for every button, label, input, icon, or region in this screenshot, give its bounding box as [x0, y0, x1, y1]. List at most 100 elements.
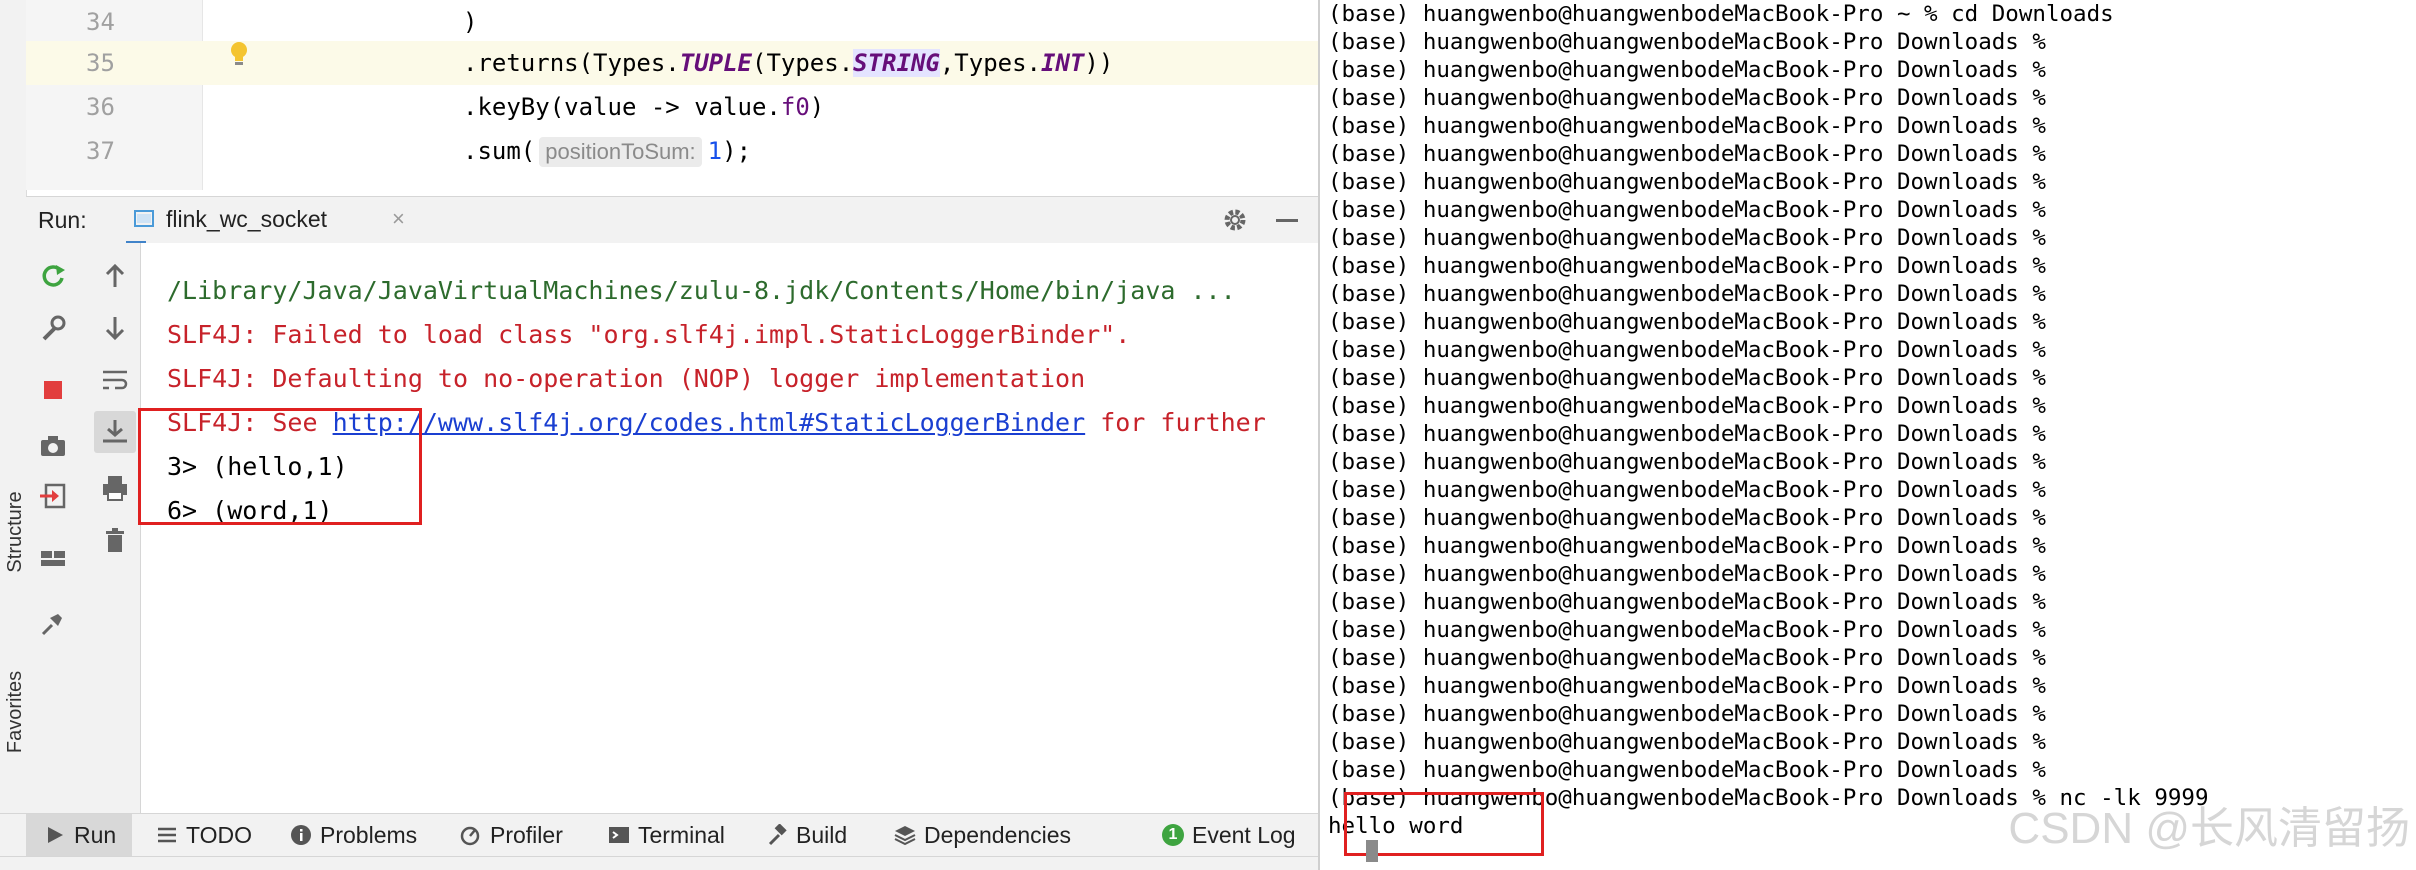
stop-icon[interactable]: [38, 375, 68, 405]
line-number: 35: [86, 49, 115, 77]
bottom-tab-label: Build: [796, 822, 848, 848]
line-number: 37: [86, 137, 115, 165]
layout-icon[interactable]: [38, 543, 68, 573]
run-panel-header: Run: flink_wc_socket ×: [26, 196, 1318, 245]
arrow-up-icon[interactable]: [100, 261, 130, 291]
print-icon[interactable]: [100, 473, 130, 503]
wrench-icon[interactable]: [38, 313, 68, 343]
event-log-icon: 1: [1162, 823, 1184, 846]
terminal-line: (base) huangwenbo@huangwenbodeMacBook-Pr…: [1328, 169, 2046, 195]
terminal-line: (base) huangwenbo@huangwenbodeMacBook-Pr…: [1328, 729, 2046, 755]
status-bar: [0, 856, 1318, 870]
bottom-tab-label: Event Log: [1192, 822, 1296, 848]
pin-icon[interactable]: [38, 608, 68, 638]
terminal-line: (base) huangwenbo@huangwenbodeMacBook-Pr…: [1328, 589, 2046, 615]
trash-icon[interactable]: [100, 525, 130, 555]
terminal-line: (base) huangwenbo@huangwenbodeMacBook-Pr…: [1328, 701, 2046, 727]
code-token: )): [1084, 49, 1114, 77]
code-editor[interactable]: 34 ) 35 .returns(Types.TUPLE(Types.STRIN…: [26, 0, 1318, 190]
console-line: SLF4J: Defaulting to no-operation (NOP) …: [167, 364, 1086, 393]
soft-wrap-icon[interactable]: [100, 365, 130, 395]
bottom-tab-terminal[interactable]: Terminal: [608, 814, 725, 856]
run-panel-title: Run:: [38, 207, 87, 233]
terminal-line: (base) huangwenbo@huangwenbodeMacBook-Pr…: [1328, 113, 2046, 139]
terminal-line: (base) huangwenbo@huangwenbodeMacBook-Pr…: [1328, 505, 2046, 531]
terminal-line: (base) huangwenbo@huangwenbodeMacBook-Pr…: [1328, 617, 2046, 643]
camera-icon[interactable]: [38, 431, 68, 461]
code-token: .returns(Types.: [463, 49, 680, 77]
terminal-line: (base) huangwenbo@huangwenbodeMacBook-Pr…: [1328, 421, 2046, 447]
hammer-icon: [768, 823, 787, 845]
code-token: TUPLE: [679, 49, 752, 77]
run-console[interactable]: /Library/Java/JavaVirtualMachines/zulu-8…: [141, 243, 1318, 813]
terminal-cursor: [1366, 840, 1378, 862]
code-token: .keyBy(value -> value.: [463, 93, 781, 121]
console-line: /Library/Java/JavaVirtualMachines/zulu-8…: [167, 276, 1236, 305]
code-line: 34 ): [26, 0, 1318, 44]
bottom-tab-dependencies[interactable]: Dependencies: [894, 814, 1071, 856]
terminal-line: (base) huangwenbo@huangwenbodeMacBook-Pr…: [1328, 561, 2046, 587]
java-app-icon: [134, 210, 154, 227]
bottom-tab-label: Terminal: [638, 822, 725, 848]
console-link[interactable]: http://www.slf4j.org/codes.html#StaticLo…: [333, 408, 1086, 437]
code-text: .returns(Types.TUPLE(Types.STRING,Types.…: [463, 41, 1113, 85]
bottom-tab-run[interactable]: Run: [26, 814, 133, 856]
bottom-tab-profiler[interactable]: Profiler: [460, 814, 563, 856]
code-token: );: [722, 137, 752, 165]
terminal-line: (base) huangwenbo@huangwenbodeMacBook-Pr…: [1328, 393, 2046, 419]
code-token: (Types.: [752, 49, 854, 77]
structure-tab[interactable]: Structure: [3, 477, 27, 587]
terminal-line: (base) huangwenbo@huangwenbodeMacBook-Pr…: [1328, 673, 2046, 699]
terminal-line: (base) huangwenbo@huangwenbodeMacBook-Pr…: [1328, 337, 2046, 363]
terminal-line: (base) huangwenbo@huangwenbodeMacBook-Pr…: [1328, 309, 2046, 335]
code-line: 37 .sum(positionToSum: 1);: [26, 129, 1318, 173]
code-token: 1: [707, 137, 723, 165]
highlight-box: [138, 408, 422, 525]
bottom-tab-label: Run: [74, 822, 117, 848]
scroll-to-end-icon[interactable]: [100, 417, 130, 447]
profiler-icon: [460, 826, 480, 846]
code-line-active: 35 .returns(Types.TUPLE(Types.STRING,Typ…: [26, 41, 1318, 85]
terminal-line: (base) huangwenbo@huangwenbodeMacBook-Pr…: [1328, 57, 2046, 83]
terminal-window[interactable]: (base) huangwenbo@huangwenbodeMacBook-Pr…: [1318, 0, 2416, 870]
terminal-icon: [609, 826, 629, 843]
code-text: .keyBy(value -> value.f0): [463, 85, 824, 129]
minimize-icon[interactable]: [1276, 219, 1298, 222]
bottom-tab-build[interactable]: Build: [766, 814, 847, 856]
run-toolbar-secondary: [90, 243, 141, 813]
bottom-tab-event-log[interactable]: 1 Event Log: [1162, 814, 1296, 856]
layers-icon: [894, 825, 916, 846]
terminal-line: (base) huangwenbo@huangwenbodeMacBook-Pr…: [1328, 757, 2046, 783]
rerun-icon[interactable]: [38, 261, 68, 291]
bottom-tab-problems[interactable]: Problems: [290, 814, 417, 856]
terminal-line: (base) huangwenbo@huangwenbodeMacBook-Pr…: [1328, 645, 2046, 671]
close-icon[interactable]: ×: [392, 197, 405, 241]
bottom-tab-todo[interactable]: TODO: [156, 814, 252, 856]
info-icon: [291, 824, 311, 845]
terminal-line: (base) huangwenbo@huangwenbodeMacBook-Pr…: [1328, 365, 2046, 391]
code-token: INT: [1041, 49, 1085, 77]
terminal-line: (base) huangwenbo@huangwenbodeMacBook-Pr…: [1328, 225, 2046, 251]
arrow-down-icon[interactable]: [100, 313, 130, 343]
terminal-line: (base) huangwenbo@huangwenbodeMacBook-Pr…: [1328, 141, 2046, 167]
console-text: for further: [1085, 408, 1266, 437]
terminal-line: (base) huangwenbo@huangwenbodeMacBook-Pr…: [1328, 449, 2046, 475]
code-line: 36 .keyBy(value -> value.f0): [26, 85, 1318, 129]
import-icon[interactable]: [38, 481, 68, 511]
bottom-tool-bar: Run TODO Problems Profiler Terminal Buil…: [0, 813, 1318, 856]
watermark: CSDN @长风清留扬: [2008, 804, 2410, 853]
favorites-tab[interactable]: Favorites: [3, 657, 27, 767]
terminal-line: (base) huangwenbo@huangwenbodeMacBook-Pr…: [1328, 197, 2046, 223]
gear-icon[interactable]: [1222, 207, 1248, 233]
list-icon: [158, 827, 176, 843]
lightbulb-icon[interactable]: [228, 41, 250, 67]
run-icon: [48, 826, 63, 843]
terminal-line: (base) huangwenbo@huangwenbodeMacBook-Pr…: [1328, 85, 2046, 111]
bottom-tab-label: Dependencies: [924, 822, 1072, 848]
parameter-hint: positionToSum:: [539, 137, 702, 167]
run-config-tab[interactable]: flink_wc_socket ×: [126, 197, 405, 245]
code-token: ,Types.: [939, 49, 1042, 77]
code-token: f0: [780, 93, 810, 121]
code-text: .sum(positionToSum: 1);: [463, 129, 751, 173]
line-number: 34: [86, 8, 115, 36]
